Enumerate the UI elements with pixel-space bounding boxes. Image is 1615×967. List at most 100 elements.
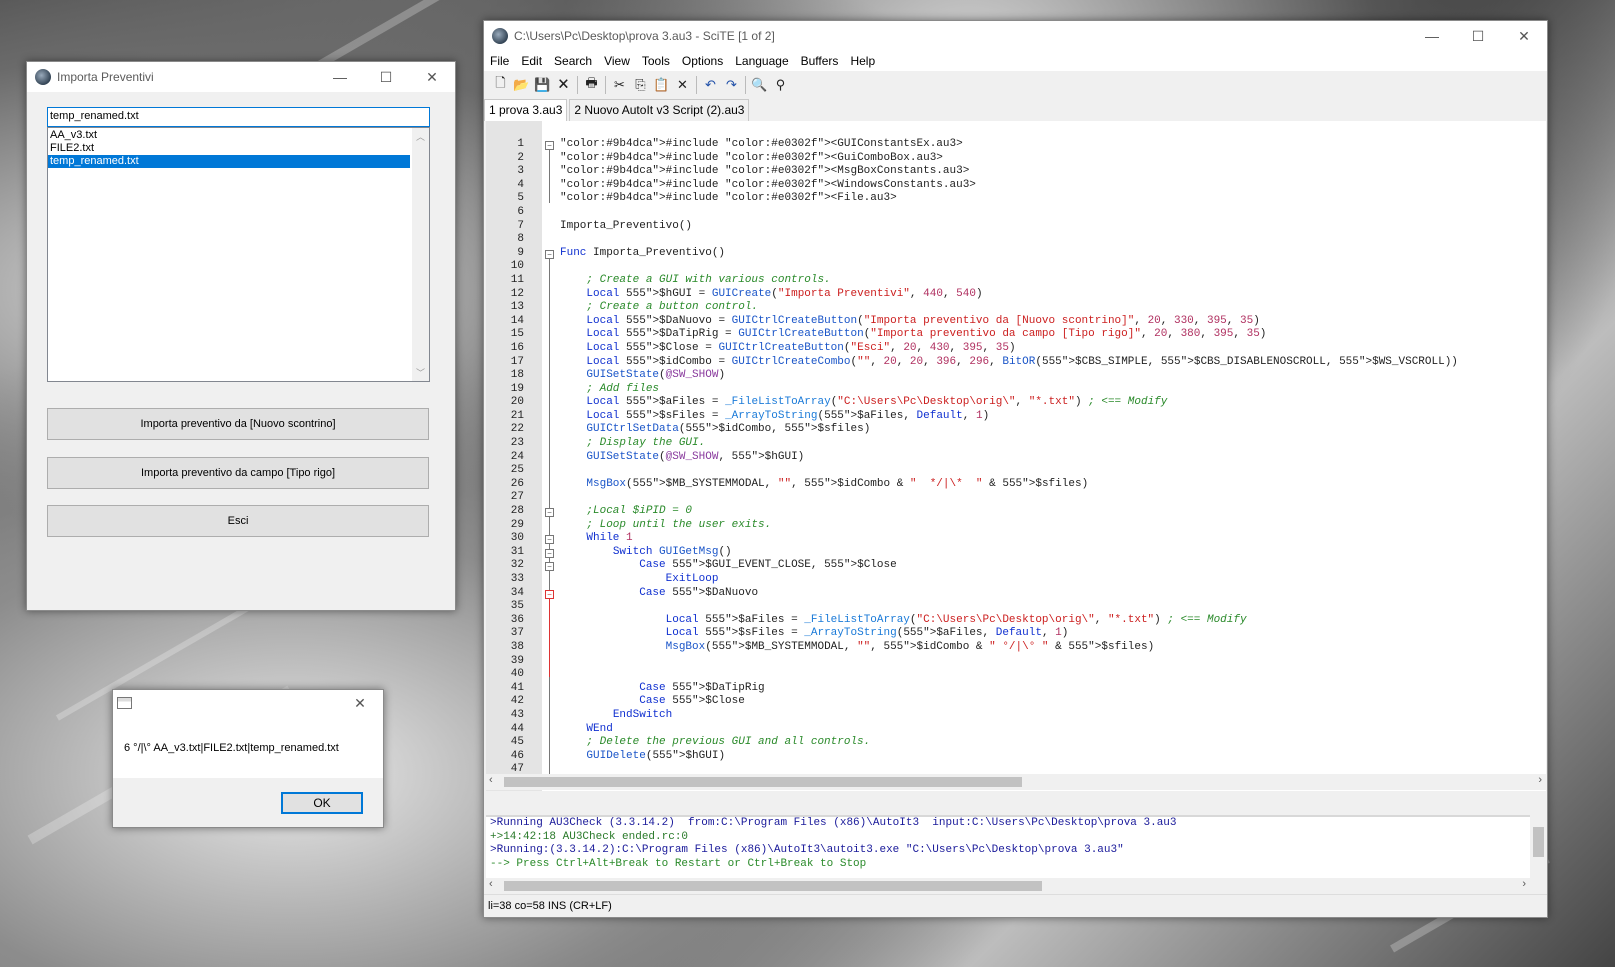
undo-icon[interactable]: ↶ [700,75,721,95]
menu-language[interactable]: Language [729,54,794,68]
code-text: "color:#9b4dca">#include "color:#e0302f"… [560,138,963,150]
line-number: 4 [517,178,524,191]
menu-view[interactable]: View [598,54,636,68]
menu-help[interactable]: Help [844,54,881,68]
line-number: 21 [510,409,524,422]
toolbar-separator [577,76,578,94]
line-number: 6 [517,205,524,218]
line-number: 37 [510,627,524,640]
line-number: 40 [510,668,524,681]
line-number: 45 [510,736,524,749]
fold-marker-icon[interactable]: − [545,250,554,259]
scrollbar-thumb[interactable] [1533,827,1544,857]
msgbox-close-button[interactable]: ✕ [337,690,383,716]
code-text: MsgBox(555">$MB_SYSTEMMODAL, "", 555">$i… [665,640,1155,653]
minimize-button[interactable]: — [317,62,363,92]
scroll-left-icon[interactable]: ‹ [489,774,493,786]
scroll-right-icon[interactable]: › [1538,774,1542,786]
line-number: 39 [510,654,524,667]
line-number: 18 [510,369,524,382]
import-tipo-rigo-button[interactable]: Importa preventivo da campo [Tipo rigo] [47,457,429,489]
output-horizontal-scrollbar[interactable]: ‹ › [486,878,1546,894]
delete-icon[interactable]: ✕ [672,75,693,95]
file-listbox[interactable]: AA_v3.txt FILE2.txt temp_renamed.txt ︿ ﹀ [47,127,430,382]
buffer-tabs: 1 prova 3.au3 2 Nuovo AutoIt v3 Script (2… [484,99,751,121]
close-button[interactable]: ✕ [1501,21,1547,51]
editor-horizontal-scrollbar[interactable]: ‹ › [486,774,1546,790]
scroll-left-icon[interactable]: ‹ [489,878,493,890]
line-number: 23 [510,437,524,450]
toolbar-separator [745,76,746,94]
code-editor[interactable]: 1 "color:#9b4dca">#include "color:#e0302f… [486,121,1546,791]
status-bar: li=38 co=58 INS (CR+LF) [484,894,1547,917]
paste-icon[interactable]: 📋 [651,75,672,95]
line-number: 16 [510,341,524,354]
list-item[interactable]: temp_renamed.txt [48,155,410,168]
esci-button[interactable]: Esci [47,505,429,537]
fold-marker-icon[interactable]: − [545,562,554,571]
new-file-icon[interactable]: 🗋 [490,75,511,95]
output-vertical-scrollbar[interactable] [1530,797,1547,879]
close-button[interactable]: ✕ [409,62,455,92]
replace-icon[interactable]: ⚲ [770,75,791,95]
code-text: MsgBox(555">$MB_SYSTEMMODAL, "", 555">$i… [586,477,1089,490]
line-number: 19 [510,382,524,395]
menu-tools[interactable]: Tools [636,54,676,68]
fold-marker-icon[interactable]: − [545,141,554,150]
code-text: Local 555">$Close = GUICtrlCreateButton(… [586,341,1016,354]
minimize-button[interactable]: — [1409,21,1455,51]
code-text: GUIDelete(555">$hGUI) [586,749,726,762]
menu-buffers[interactable]: Buffers [795,54,845,68]
save-icon[interactable]: 💾 [532,75,553,95]
import-nuovo-scontrino-button[interactable]: Importa preventivo da [Nuovo scontrino] [47,408,429,440]
menu-file[interactable]: File [484,54,515,68]
code-text: ExitLoop [665,573,719,585]
combo-input[interactable]: temp_renamed.txt [47,107,430,127]
copy-icon[interactable]: ⎘ [630,75,651,95]
ok-button[interactable]: OK [281,792,363,814]
code-text: Importa_Preventivo() [560,219,693,232]
scroll-right-icon[interactable]: › [1522,878,1526,890]
code-text: ; Display the GUI. [586,437,706,450]
scroll-up-icon[interactable]: ︿ [416,130,425,143]
code-text: Switch GUIGetMsg() [612,545,732,558]
fold-line [549,148,550,203]
line-number: 1 [517,138,524,150]
list-item[interactable]: FILE2.txt [48,142,410,155]
menu-options[interactable]: Options [676,54,729,68]
line-number: 34 [510,586,524,599]
code-text: ; Create a button control. [586,301,759,314]
find-icon[interactable]: 🔍 [749,75,770,95]
maximize-button[interactable]: ☐ [363,62,409,92]
redo-icon[interactable]: ↷ [721,75,742,95]
fold-marker-icon[interactable]: − [545,590,554,599]
open-folder-icon[interactable]: 📂 [511,75,532,95]
fold-marker-icon[interactable]: − [545,508,554,517]
menu-edit[interactable]: Edit [515,54,548,68]
code-text: "color:#9b4dca">#include "color:#e0302f"… [560,192,897,205]
buffer-tab[interactable]: 2 Nuovo AutoIt v3 Script (2).au3 [569,99,750,121]
line-number: 13 [510,301,524,314]
buffer-tab[interactable]: 1 prova 3.au3 [484,99,568,121]
scroll-down-icon[interactable]: ﹀ [416,366,425,379]
fold-marker-icon[interactable]: − [545,549,554,558]
line-number: 43 [510,708,524,721]
list-item[interactable]: AA_v3.txt [48,129,410,142]
line-number: 9 [517,246,524,259]
listbox-scrollbar[interactable]: ︿ ﹀ [412,128,429,381]
code-text: Case 555">$GUI_EVENT_CLOSE, 555">$Close [639,559,897,572]
fold-marker-icon[interactable]: − [545,535,554,544]
scrollbar-thumb[interactable] [504,777,1022,787]
line-number: 36 [510,613,524,626]
scrollbar-thumb[interactable] [504,881,1042,891]
menu-search[interactable]: Search [548,54,598,68]
line-number: 46 [510,749,524,762]
print-icon[interactable]: 🖶 [581,75,602,95]
line-number: 3 [517,165,524,178]
maximize-button[interactable]: ☐ [1455,21,1501,51]
cut-icon[interactable]: ✂ [609,75,630,95]
line-number: 8 [517,233,524,246]
line-number: 28 [510,505,524,518]
line-number: 5 [517,192,524,205]
close-file-icon[interactable]: 🗙 [553,75,574,95]
